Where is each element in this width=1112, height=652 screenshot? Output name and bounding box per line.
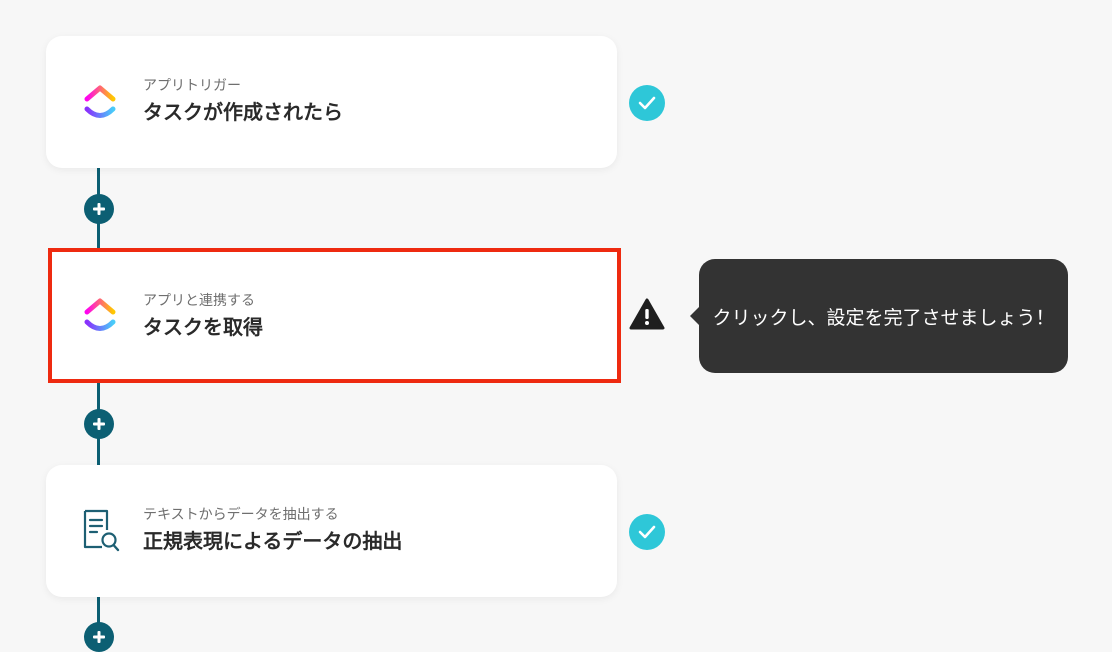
warning-icon: [629, 296, 665, 332]
plus-icon: [93, 203, 105, 215]
tooltip-text: クリックし、設定を完了させましょう！: [712, 306, 1055, 329]
plus-icon: [93, 418, 105, 430]
step-title: タスクが作成されたら: [143, 100, 343, 124]
check-icon: [638, 96, 656, 110]
step-complete-badge: [629, 514, 665, 550]
flow-step-card-get-task[interactable]: アプリと連携する タスクを取得: [48, 248, 621, 383]
tooltip-arrow: [690, 307, 699, 325]
step-type-label: アプリトリガー: [143, 78, 241, 94]
clickup-logo-icon: [80, 82, 120, 122]
add-step-button[interactable]: [84, 194, 114, 224]
clickup-logo-icon: [80, 295, 120, 335]
step-complete-badge: [629, 85, 665, 121]
add-step-button[interactable]: [84, 409, 114, 439]
step-type-label: アプリと連携する: [143, 293, 255, 309]
setup-hint-tooltip: クリックし、設定を完了させましょう！: [690, 259, 1068, 373]
flow-step-card-trigger[interactable]: アプリトリガー タスクが作成されたら: [46, 36, 617, 168]
check-icon: [638, 525, 656, 539]
flow-step-card-extract[interactable]: テキストからデータを抽出する 正規表現によるデータの抽出: [46, 465, 617, 597]
document-search-icon: [80, 509, 120, 552]
step-type-label: テキストからデータを抽出する: [143, 507, 339, 523]
add-step-button[interactable]: [84, 622, 114, 652]
step-title: タスクを取得: [143, 315, 263, 339]
step-title: 正規表現によるデータの抽出: [143, 529, 403, 553]
